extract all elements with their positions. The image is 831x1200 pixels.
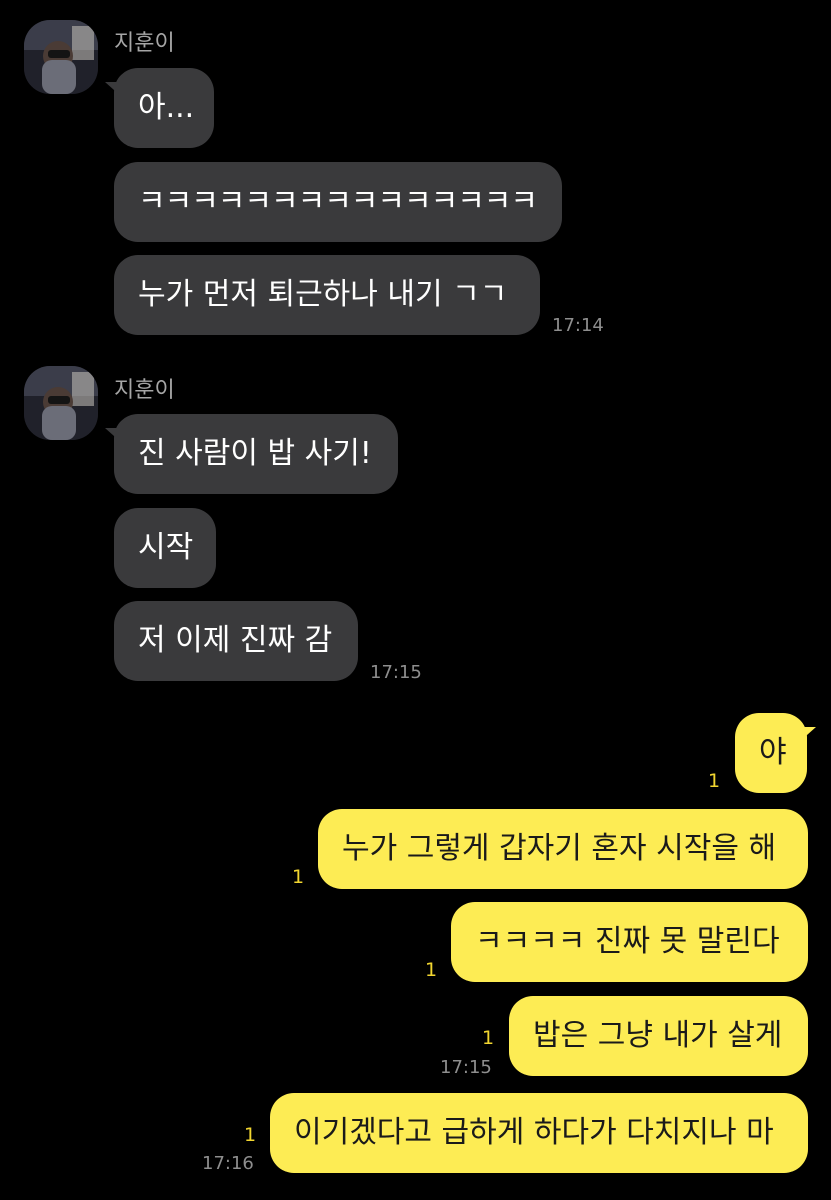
bubble-tail bbox=[798, 727, 816, 743]
unread-count: 1 bbox=[425, 959, 438, 981]
message-timestamp: 17:16 bbox=[202, 1153, 254, 1174]
unread-count: 1 bbox=[482, 1027, 495, 1049]
sender-avatar[interactable] bbox=[24, 366, 98, 440]
incoming-message-bubble[interactable]: 시작 bbox=[114, 508, 216, 588]
message-timestamp: 17:14 bbox=[552, 315, 604, 336]
message-text: 시작 bbox=[138, 530, 194, 565]
bubble-tail bbox=[105, 428, 123, 444]
sender-name: 지훈이 bbox=[114, 378, 175, 403]
message-text: 저 이제 진짜 감 bbox=[138, 623, 333, 658]
message-text: ㅋㅋㅋㅋ 진짜 못 말린다 bbox=[475, 924, 780, 959]
message-text: 밥은 그냥 내가 살게 bbox=[533, 1018, 783, 1053]
unread-count: 1 bbox=[708, 770, 721, 792]
outgoing-message-bubble[interactable]: ㅋㅋㅋㅋ 진짜 못 말린다 bbox=[451, 902, 808, 982]
incoming-message-bubble[interactable]: 아... bbox=[105, 68, 214, 148]
message-text: 누가 그렇게 갑자기 혼자 시작을 해 bbox=[342, 831, 777, 866]
unread-count: 1 bbox=[292, 866, 305, 888]
message-text: 야 bbox=[759, 735, 787, 770]
unread-count: 1 bbox=[244, 1124, 257, 1146]
bubble-tail bbox=[105, 82, 123, 98]
incoming-message-bubble[interactable]: 저 이제 진짜 감 bbox=[114, 601, 358, 681]
message-text: 아... bbox=[138, 90, 195, 125]
sender-name: 지훈이 bbox=[114, 31, 175, 56]
incoming-message-bubble[interactable]: ㅋㅋㅋㅋㅋㅋㅋㅋㅋㅋㅋㅋㅋㅋㅋ bbox=[114, 162, 562, 242]
outgoing-message-bubble[interactable]: 누가 그렇게 갑자기 혼자 시작을 해 bbox=[318, 809, 808, 889]
message-timestamp: 17:15 bbox=[440, 1057, 492, 1078]
message-text: 진 사람이 밥 사기! bbox=[138, 436, 372, 471]
sender-avatar[interactable] bbox=[24, 20, 98, 94]
message-text: ㅋㅋㅋㅋㅋㅋㅋㅋㅋㅋㅋㅋㅋㅋㅋ bbox=[138, 184, 538, 219]
incoming-message-bubble[interactable]: 진 사람이 밥 사기! bbox=[105, 414, 398, 494]
message-timestamp: 17:15 bbox=[370, 662, 422, 683]
outgoing-message-bubble[interactable]: 밥은 그냥 내가 살게 bbox=[509, 996, 808, 1076]
message-text: 누가 먼저 퇴근하나 내기 ㄱㄱ bbox=[138, 277, 508, 312]
outgoing-message-bubble[interactable]: 야 bbox=[735, 713, 816, 793]
outgoing-message-bubble[interactable]: 이기겠다고 급하게 하다가 다치지나 마 bbox=[270, 1093, 808, 1173]
incoming-message-bubble[interactable]: 누가 먼저 퇴근하나 내기 ㄱㄱ bbox=[114, 255, 540, 335]
message-text: 이기겠다고 급하게 하다가 다치지나 마 bbox=[294, 1115, 774, 1150]
